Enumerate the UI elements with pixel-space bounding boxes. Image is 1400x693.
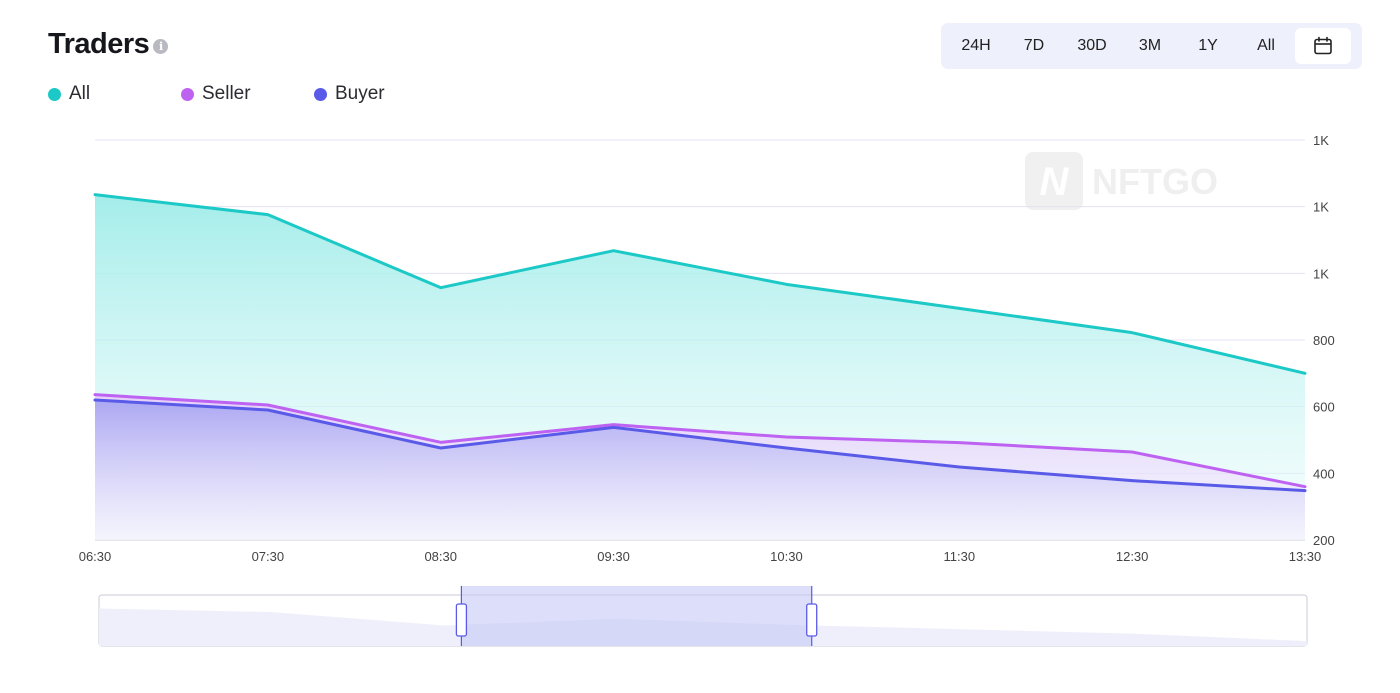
y-tick-label: 1K <box>1313 266 1329 281</box>
y-tick-label: 400 <box>1313 466 1335 481</box>
navigator-handle[interactable] <box>455 603 468 637</box>
x-tick-label: 06:30 <box>79 549 112 564</box>
navigator-handle[interactable] <box>806 603 818 637</box>
series-areas <box>95 194 1305 540</box>
y-tick-label: 600 <box>1313 400 1335 415</box>
y-tick-label: 200 <box>1313 533 1335 548</box>
x-tick-label: 13:30 <box>1289 549 1322 564</box>
nftgo-logo-icon-letter: N <box>1040 160 1070 204</box>
x-tick-label: 08:30 <box>424 549 457 564</box>
navigator-selection[interactable] <box>461 586 812 646</box>
x-tick-label: 07:30 <box>252 549 285 564</box>
chart-area: N NFTGO 200 400 600 800 1K 1K 1K 06:30 07:30 08:3… <box>79 133 1335 647</box>
x-tick-label: 11:30 <box>943 549 975 564</box>
y-tick-label: 800 <box>1313 333 1335 348</box>
watermark-text: NFTGO <box>1092 161 1218 202</box>
y-tick-label: 1K <box>1313 200 1329 215</box>
nftgo-watermark: N NFTGO <box>1025 152 1218 210</box>
x-tick-label: 12:30 <box>1116 549 1149 564</box>
range-navigator[interactable] <box>98 586 1308 647</box>
x-tick-label: 10:30 <box>770 549 803 564</box>
y-tick-label: 1K <box>1313 133 1329 148</box>
x-tick-label: 09:30 <box>597 549 630 564</box>
